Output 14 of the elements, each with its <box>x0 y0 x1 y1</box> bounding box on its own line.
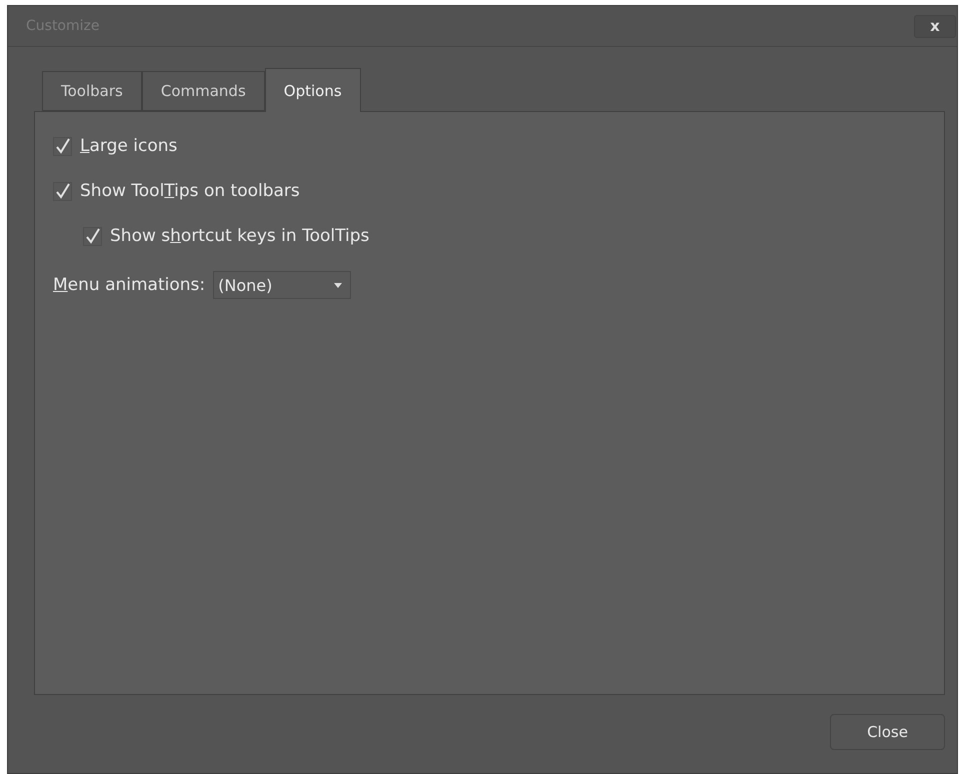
dialog-button[interactable]: Close <box>830 714 945 750</box>
checkbox-label: Large icons <box>80 136 178 156</box>
dropdown-label: Menu animations: <box>53 275 206 295</box>
window-close-button[interactable]: x <box>914 14 956 38</box>
checkbox-label: Show ToolTips on toolbars <box>80 181 300 201</box>
tab[interactable]: Options <box>264 68 361 112</box>
checkbox-label: Show shortcut keys in ToolTips <box>110 226 370 246</box>
checkbox[interactable] <box>53 136 72 156</box>
tab[interactable]: Commands <box>142 71 265 111</box>
checkbox[interactable] <box>53 182 72 200</box>
checkbox[interactable] <box>83 226 102 246</box>
menu-animations-dropdown[interactable]: (None) <box>213 271 352 299</box>
caret-icon <box>334 282 342 288</box>
tab[interactable]: Toolbars <box>42 71 142 111</box>
